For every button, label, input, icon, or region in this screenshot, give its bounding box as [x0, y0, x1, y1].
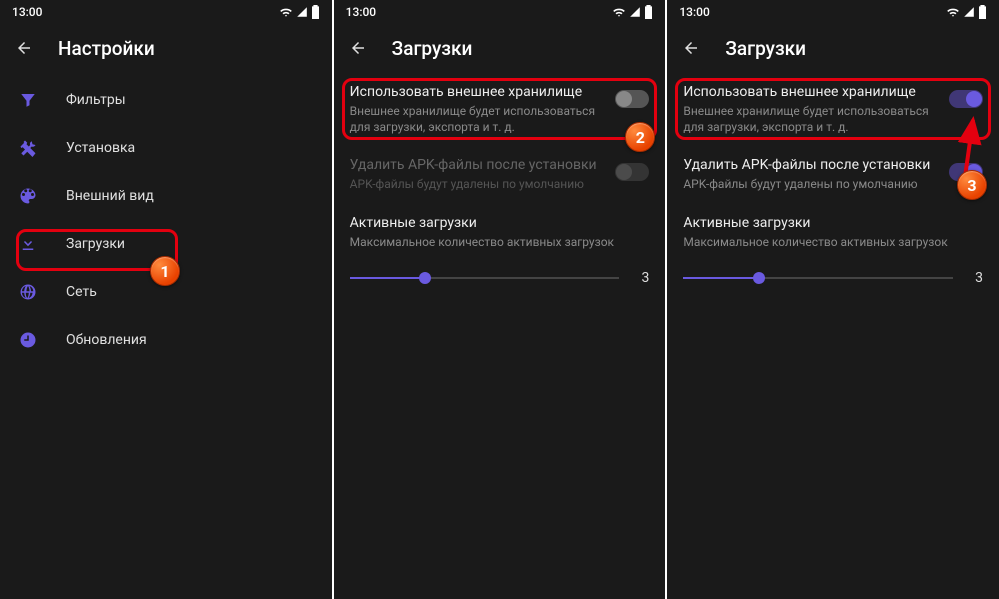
app-bar: Загрузки: [334, 24, 666, 72]
wifi-icon: [279, 6, 293, 18]
slider-value: 3: [969, 270, 983, 286]
setting-subtitle: Внешнее хранилище будет использоваться д…: [350, 103, 606, 135]
status-time: 13:00: [679, 5, 709, 19]
toggle-external-storage[interactable]: [949, 90, 983, 108]
clock-icon: [18, 330, 38, 350]
menu-label: Внешний вид: [66, 188, 154, 204]
arrow-left-icon: [15, 39, 33, 57]
signal-icon: [629, 6, 641, 18]
signal-icon: [296, 6, 308, 18]
toggle-delete-apk[interactable]: [949, 163, 983, 181]
app-bar: Настройки: [0, 24, 332, 72]
setting-title: Активные загрузки: [683, 215, 983, 231]
settings-menu: Фильтры Установка Внешний вид Загрузки С…: [0, 72, 332, 364]
status-icons: [279, 5, 320, 19]
slider-active-downloads[interactable]: 3: [334, 260, 666, 288]
phone-screen-downloads-off: 13:00 Загрузки Использовать внешнее хран…: [334, 0, 666, 599]
menu-item-network[interactable]: Сеть: [0, 268, 332, 316]
palette-icon: [18, 186, 38, 206]
page-title: Загрузки: [725, 37, 806, 60]
menu-label: Сеть: [66, 284, 97, 300]
status-time: 13:00: [12, 5, 42, 19]
status-icons: [946, 5, 987, 19]
filter-icon: [18, 90, 38, 110]
setting-delete-apk[interactable]: Удалить APK-файлы после установки APK-фа…: [667, 145, 999, 202]
toggle-delete-apk: [615, 163, 649, 181]
back-button[interactable]: [681, 38, 701, 58]
phone-screen-settings: 13:00 Настройки Фильтры Установка Внешни…: [0, 0, 332, 599]
setting-subtitle: Внешнее хранилище будет использоваться д…: [683, 103, 939, 135]
back-button[interactable]: [14, 38, 34, 58]
setting-active-downloads: Активные загрузки Максимальное количеств…: [334, 203, 666, 260]
setting-title: Удалить APK-файлы после установки: [350, 157, 606, 173]
menu-label: Установка: [66, 140, 135, 156]
setting-subtitle: APK-файлы будут удалены по умолчанию: [350, 176, 606, 192]
download-icon: [18, 234, 38, 254]
setting-subtitle: Максимальное количество активных загрузо…: [350, 234, 650, 250]
page-title: Загрузки: [392, 37, 473, 60]
menu-label: Обновления: [66, 332, 147, 348]
globe-icon: [18, 282, 38, 302]
page-title: Настройки: [58, 37, 155, 60]
menu-item-updates[interactable]: Обновления: [0, 316, 332, 364]
menu-item-appearance[interactable]: Внешний вид: [0, 172, 332, 220]
menu-item-install[interactable]: Установка: [0, 124, 332, 172]
setting-title: Удалить APK-файлы после установки: [683, 157, 939, 173]
setting-delete-apk: Удалить APK-файлы после установки APK-фа…: [334, 145, 666, 202]
status-icons: [612, 5, 653, 19]
phone-screen-downloads-on: 13:00 Загрузки Использовать внешнее хран…: [667, 0, 999, 599]
menu-item-filters[interactable]: Фильтры: [0, 76, 332, 124]
setting-subtitle: Максимальное количество активных загрузо…: [683, 234, 983, 250]
status-time: 13:00: [346, 5, 376, 19]
status-bar: 13:00: [0, 0, 332, 24]
tools-icon: [18, 138, 38, 158]
back-button[interactable]: [348, 38, 368, 58]
status-bar: 13:00: [667, 0, 999, 24]
setting-external-storage[interactable]: Использовать внешнее хранилище Внешнее х…: [334, 72, 666, 145]
toggle-external-storage[interactable]: [615, 90, 649, 108]
arrow-left-icon: [349, 39, 367, 57]
slider-active-downloads[interactable]: 3: [667, 260, 999, 288]
wifi-icon: [612, 6, 626, 18]
setting-external-storage[interactable]: Использовать внешнее хранилище Внешнее х…: [667, 72, 999, 145]
setting-subtitle: APK-файлы будут удалены по умолчанию: [683, 176, 939, 192]
setting-active-downloads: Активные загрузки Максимальное количеств…: [667, 203, 999, 260]
menu-label: Фильтры: [66, 92, 126, 108]
wifi-icon: [946, 6, 960, 18]
menu-item-downloads[interactable]: Загрузки: [0, 220, 332, 268]
status-bar: 13:00: [334, 0, 666, 24]
setting-title: Активные загрузки: [350, 215, 650, 231]
setting-title: Использовать внешнее хранилище: [683, 84, 939, 100]
menu-label: Загрузки: [66, 236, 125, 252]
app-bar: Загрузки: [667, 24, 999, 72]
setting-title: Использовать внешнее хранилище: [350, 84, 606, 100]
signal-icon: [963, 6, 975, 18]
slider-value: 3: [635, 270, 649, 286]
battery-icon: [311, 5, 320, 19]
battery-icon: [644, 5, 653, 19]
arrow-left-icon: [682, 39, 700, 57]
battery-icon: [978, 5, 987, 19]
